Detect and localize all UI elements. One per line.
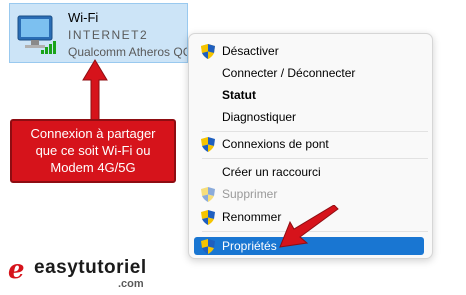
callout-line: que ce soit Wi-Fi ou — [35, 143, 151, 158]
logo-text: easytutoriel — [34, 257, 147, 278]
arrow-up-icon — [82, 59, 108, 121]
menu-item-label: Connexions de pont — [222, 137, 329, 151]
adapter-name: Wi-Fi — [68, 10, 99, 25]
callout-box: Connexion à partager que ce soit Wi-Fi o… — [10, 119, 176, 183]
menu-item-connecter[interactable]: Connecter / Déconnecter — [194, 64, 424, 82]
menu-item-label: Désactiver — [222, 44, 279, 58]
logo-suffix: .com — [118, 278, 144, 290]
network-monitor-icon — [17, 15, 56, 54]
logo-mark: e — [8, 255, 25, 285]
adapter-network: INTERNET2 — [68, 28, 149, 42]
adapter-device: Qualcomm Atheros QC — [68, 45, 188, 59]
callout-line: Connexion à partager — [30, 126, 156, 141]
callout-line: Modem 4G/5G — [50, 160, 136, 175]
uac-shield-icon — [201, 239, 215, 254]
menu-item-statut[interactable]: Statut — [194, 86, 424, 104]
menu-item-diagnostiquer[interactable]: Diagnostiquer — [194, 108, 424, 126]
menu-item-supprimer[interactable]: Supprimer — [194, 185, 424, 203]
menu-separator — [202, 158, 428, 159]
easytutoriel-logo: e easytutoriel .com — [8, 253, 188, 293]
uac-shield-icon — [201, 210, 215, 225]
menu-separator — [202, 131, 428, 132]
uac-shield-icon — [201, 137, 215, 152]
uac-shield-icon — [201, 44, 215, 59]
uac-shield-icon — [201, 187, 215, 202]
menu-item-label: Connecter / Déconnecter — [222, 66, 356, 80]
menu-item-label: Propriétés — [222, 239, 277, 253]
menu-item-label: Diagnostiquer — [222, 110, 297, 124]
menu-item-label: Créer un raccourci — [222, 165, 321, 179]
menu-item-label: Supprimer — [222, 187, 278, 201]
menu-item-label: Statut — [222, 88, 256, 102]
arrow-diagonal-icon — [279, 205, 339, 248]
menu-item-desactiver[interactable]: Désactiver — [194, 42, 424, 60]
menu-item-connexions-pont[interactable]: Connexions de pont — [194, 135, 424, 153]
menu-item-creer-raccourci[interactable]: Créer un raccourci — [194, 163, 424, 181]
wifi-adapter-tile[interactable]: Wi-Fi INTERNET2 Qualcomm Atheros QC — [9, 3, 188, 63]
